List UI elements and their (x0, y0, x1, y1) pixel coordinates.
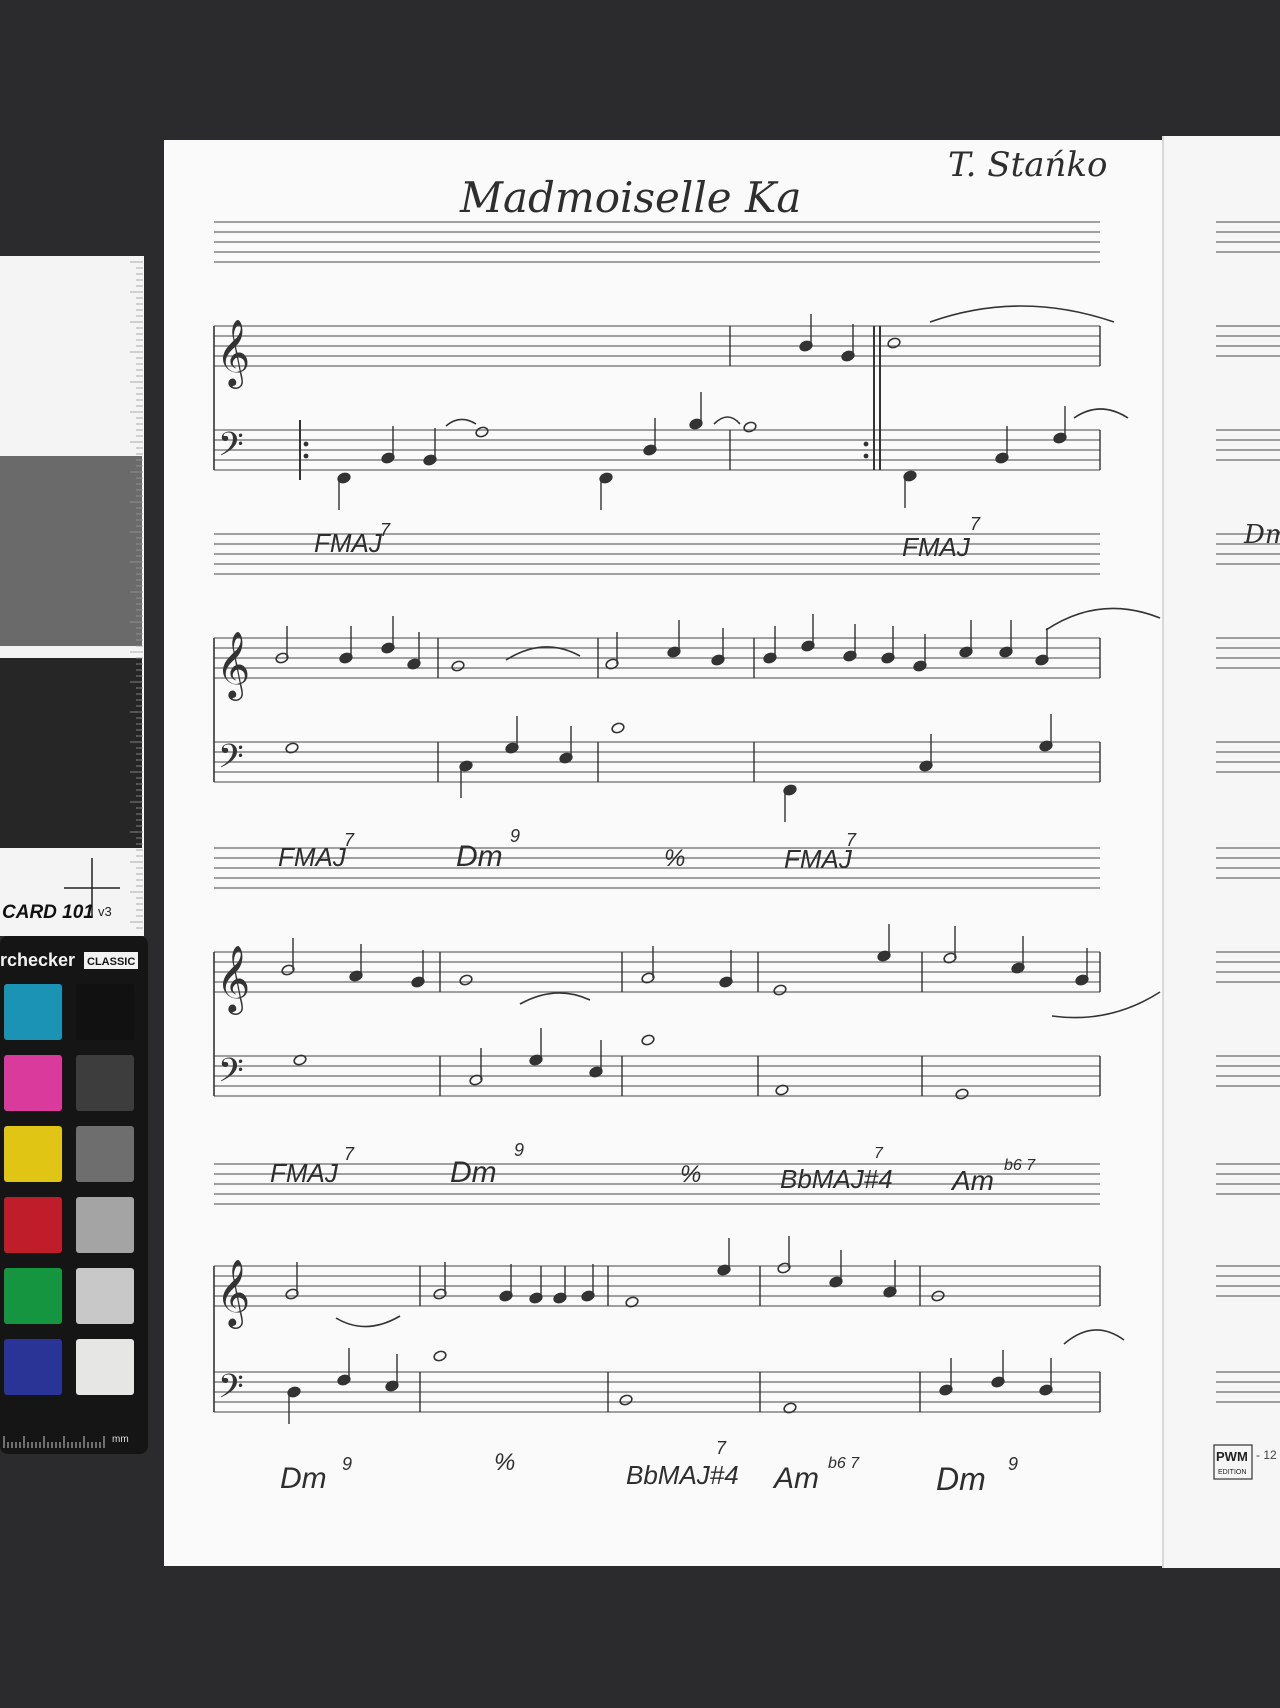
bass-clef: 𝄢 (218, 1052, 244, 1098)
svg-text:BbMAJ#4: BbMAJ#4 (780, 1164, 893, 1194)
color-swatch (4, 984, 62, 1040)
svg-text:Dm: Dm (280, 1462, 327, 1495)
score-sheet: Madmoiselle Ka T. Stańko 𝄞 𝄢 𝄞 𝄢 𝄞 𝄢 𝄞 𝄢 FMAJ 7… (164, 140, 1162, 1566)
svg-text:FMAJ: FMAJ (902, 532, 971, 562)
color-swatch (4, 1197, 62, 1253)
color-swatch (76, 984, 134, 1040)
bass-clef: 𝄢 (218, 1368, 244, 1414)
bass-clef: 𝄢 (218, 426, 244, 472)
color-swatch (76, 1339, 134, 1395)
svg-text:BbMAJ#4: BbMAJ#4 (626, 1460, 739, 1490)
color-swatch (4, 1339, 62, 1395)
svg-text:FMAJ: FMAJ (278, 842, 347, 872)
treble-clef: 𝄞 (216, 1258, 250, 1329)
next-page-chord: Dm (1243, 520, 1280, 550)
treble-clef: 𝄞 (216, 944, 250, 1015)
score-title: Madmoiselle Ka (459, 173, 801, 222)
color-swatch (4, 1055, 62, 1111)
page-number: - 12 (1256, 1448, 1277, 1462)
color-swatch (76, 1197, 134, 1253)
svg-text:Am: Am (772, 1462, 819, 1495)
scene: CARD 101 v3 rchecker CLASSIC mm Dm PWM E… (0, 136, 1280, 1568)
color-swatch (4, 1126, 62, 1182)
svg-text:7: 7 (344, 1144, 355, 1164)
treble-clef: 𝄞 (216, 630, 250, 701)
color-swatch (76, 1268, 134, 1324)
svg-text:7: 7 (970, 514, 981, 534)
svg-text:b6 7: b6 7 (828, 1455, 860, 1472)
treble-clef: 𝄞 (216, 318, 250, 389)
color-swatch (76, 1055, 134, 1111)
gray-scale-card: CARD 101 v3 (0, 256, 144, 936)
svg-text:9: 9 (510, 826, 520, 846)
svg-text:7: 7 (380, 520, 391, 540)
color-swatch (76, 1126, 134, 1182)
color-checker: rchecker CLASSIC mm (0, 936, 148, 1454)
svg-text:%: % (494, 1449, 515, 1476)
svg-text:FMAJ: FMAJ (270, 1158, 339, 1188)
checker-tag: CLASSIC (87, 956, 135, 968)
ruler-unit: mm (112, 1434, 129, 1445)
color-swatch (4, 1268, 62, 1324)
svg-text:9: 9 (514, 1140, 524, 1160)
bass-clef: 𝄢 (218, 738, 244, 784)
chord-symbol: % (664, 845, 685, 872)
next-page: Dm PWM EDITION - 12 (1162, 136, 1280, 1568)
pwm-logo-sub: EDITION (1218, 1469, 1246, 1476)
svg-text:Dm: Dm (936, 1461, 986, 1497)
svg-text:%: % (680, 1161, 701, 1188)
svg-text:%: % (664, 845, 685, 872)
svg-text:b6 7: b6 7 (1004, 1157, 1036, 1174)
pwm-logo-text: PWM (1216, 1449, 1248, 1464)
composer-name: T. Stańko (948, 145, 1108, 185)
svg-text:FMAJ: FMAJ (784, 844, 853, 874)
svg-text:Dm: Dm (456, 840, 503, 873)
svg-text:9: 9 (1008, 1454, 1018, 1474)
svg-text:7: 7 (716, 1438, 727, 1458)
svg-text:Dm: Dm (450, 1156, 497, 1189)
svg-text:7: 7 (874, 1145, 884, 1162)
svg-text:7: 7 (846, 830, 857, 850)
svg-text:9: 9 (342, 1454, 352, 1474)
svg-text:FMAJ: FMAJ (314, 528, 383, 558)
checker-brand: rchecker (0, 950, 75, 970)
chord-symbol: % (680, 1161, 701, 1188)
card-label: CARD 101 (2, 902, 94, 923)
svg-text:7: 7 (344, 830, 355, 850)
chord-symbol: % (494, 1449, 515, 1476)
svg-text:Am: Am (950, 1165, 994, 1196)
card-version: v3 (98, 904, 112, 919)
